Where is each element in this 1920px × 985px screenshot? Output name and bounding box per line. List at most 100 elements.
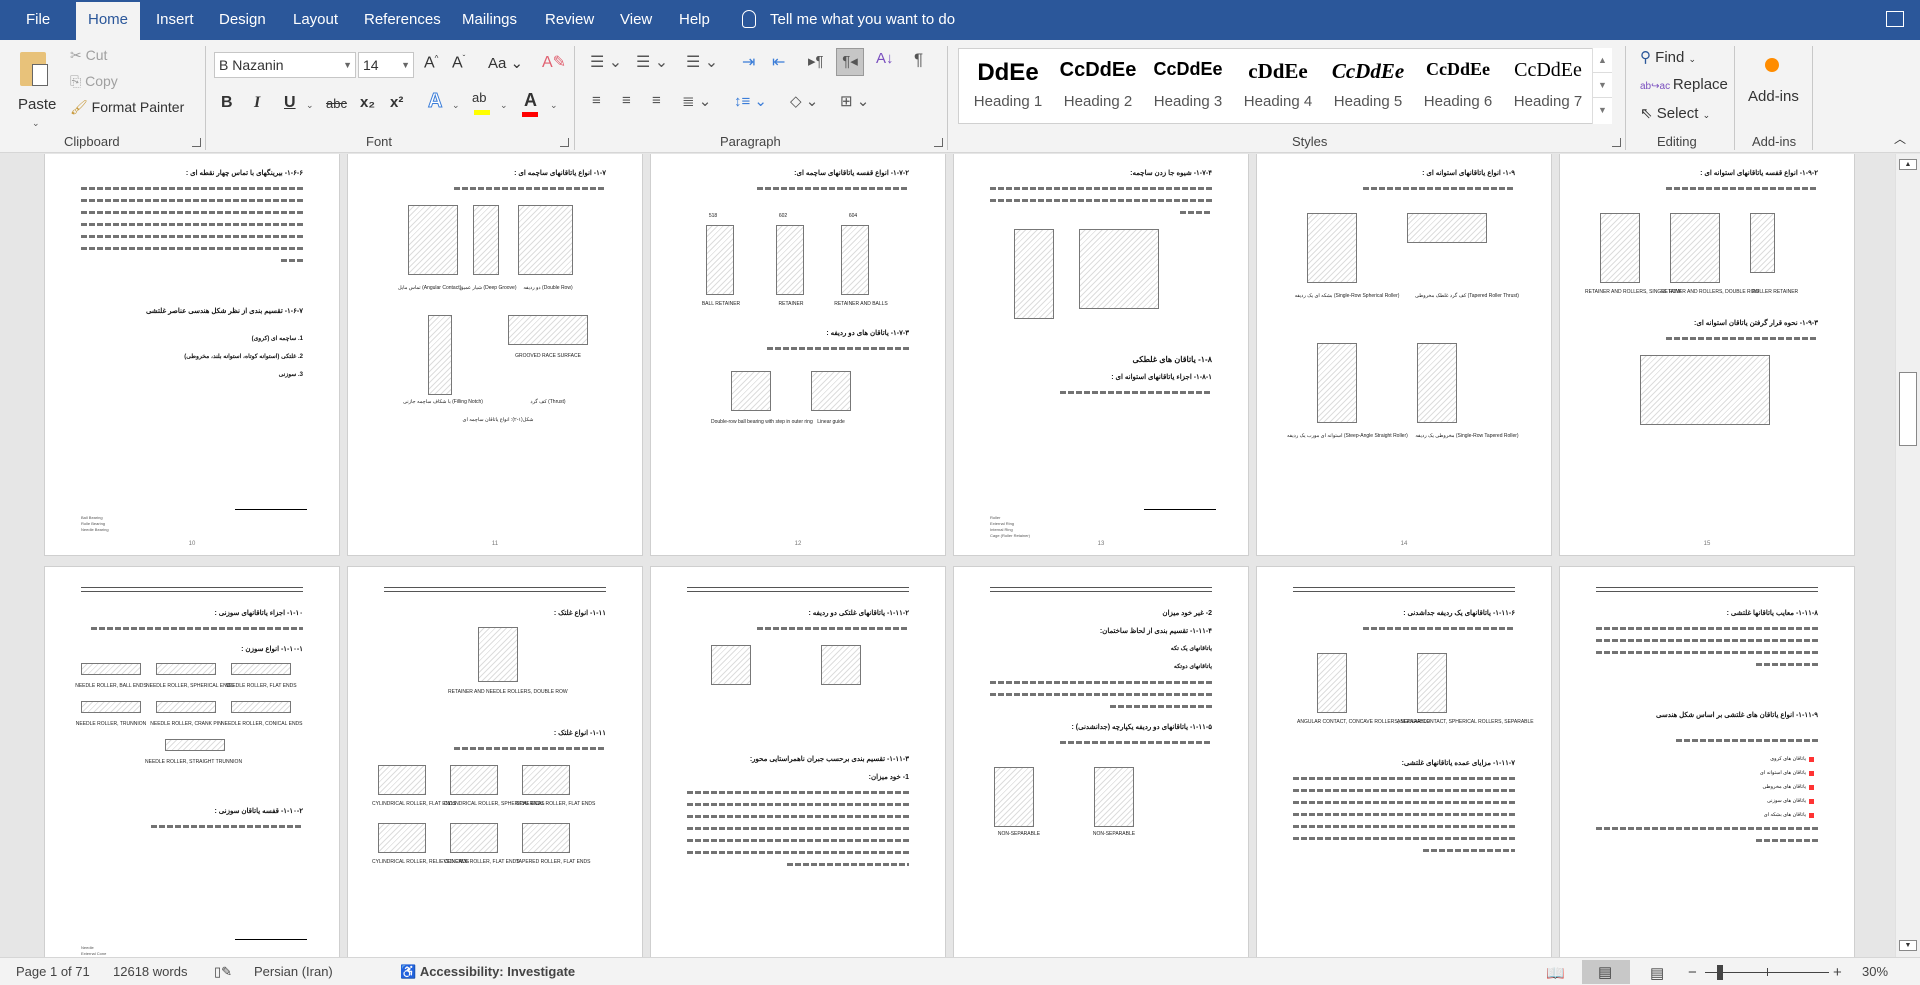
document-page[interactable]: 2- غیر خود میزان ۱-۱۱-۴- تقسیم بندی از لح… — [953, 566, 1249, 957]
show-formatting-marks-icon[interactable]: ¶ — [914, 50, 923, 70]
bold-button[interactable]: B — [221, 94, 233, 112]
document-page[interactable]: ۱-۷-۲- انواع قفسه یاتاقانهای ساچمه ای: 51… — [650, 154, 946, 556]
read-mode-icon[interactable]: 📖 — [1546, 964, 1565, 982]
document-page[interactable]: ۱-۱۰- اجزاء یاتاقانهای سوزنی : ۱-۱۰-۱- ان… — [44, 566, 340, 957]
scrollbar-thumb[interactable] — [1899, 372, 1917, 446]
addins-button[interactable]: Add-ins — [1748, 88, 1799, 105]
tab-design[interactable]: Design — [207, 0, 278, 40]
increase-indent-icon[interactable]: ⇥ — [742, 52, 755, 72]
justify-icon[interactable]: ≣ ⌄ — [682, 92, 711, 110]
clipboard-dialog-launcher[interactable] — [192, 138, 201, 147]
decrease-indent-icon[interactable]: ⇤ — [772, 52, 785, 72]
style-heading-3[interactable]: CcDdEe Heading 3 — [1143, 49, 1233, 125]
rtl-paragraph-icon[interactable]: ¶◂ — [836, 48, 864, 76]
clear-formatting-icon[interactable]: A✎ — [542, 52, 566, 72]
text-effects-icon[interactable]: A — [427, 90, 442, 113]
print-layout-button[interactable]: ▤ — [1582, 960, 1630, 984]
highlight-color-button[interactable]: ab — [472, 90, 486, 105]
scroll-up-arrow-icon[interactable]: ▲ — [1899, 159, 1917, 170]
page-count[interactable]: Page 1 of 71 — [16, 964, 90, 979]
underline-button[interactable]: U — [284, 94, 296, 112]
document-page[interactable]: ۱-۱۱-۸- معایب یاتاقانها غلتشی : ۱-۱۱-۹- ا… — [1559, 566, 1855, 957]
replace-button[interactable]: ab↪ac Replace — [1640, 76, 1728, 93]
copy-button[interactable]: ⎘ Copy — [70, 73, 118, 90]
grow-font-button[interactable]: A^ — [424, 54, 438, 72]
font-dialog-launcher[interactable] — [560, 138, 569, 147]
addins-icon[interactable] — [1765, 58, 1779, 72]
styles-scroll[interactable]: ▲ ▼ ▼ — [1592, 48, 1612, 124]
align-center-icon[interactable]: ≡ — [622, 92, 631, 109]
superscript-button[interactable]: x² — [390, 94, 403, 111]
scroll-down-arrow-icon[interactable]: ▼ — [1899, 940, 1917, 951]
scroll-up-icon[interactable]: ▲ — [1593, 48, 1612, 73]
web-layout-icon[interactable]: ▤ — [1650, 964, 1664, 982]
chevron-down-icon[interactable]: ⌄ — [452, 100, 460, 111]
cut-button[interactable]: ✂ Cut — [70, 47, 107, 64]
tell-me-search[interactable]: Tell me what you want to do — [770, 0, 955, 40]
document-page[interactable]: ۱-۹- انواع یاتاقانهای استوانه ای : بشکه ا… — [1256, 154, 1552, 556]
find-button[interactable]: ⚲ Find ⌄ — [1640, 48, 1696, 66]
document-page[interactable]: ۱-۶-۶- بیرینگهای با تماس چهار نقطه ای : ۱… — [44, 154, 340, 556]
format-painter-button[interactable]: 🖌 Format Painter — [70, 99, 184, 116]
style-heading-6[interactable]: CcDdEe Heading 6 — [1413, 49, 1503, 125]
paste-button[interactable]: Paste ⌄ — [14, 48, 58, 128]
style-heading-5[interactable]: CcDdEe Heading 5 — [1323, 49, 1413, 125]
style-heading-1[interactable]: DdEe Heading 1 — [963, 49, 1053, 125]
shrink-font-button[interactable]: Aˇ — [452, 54, 465, 72]
document-page[interactable]: ۱-۹-۲- انواع قفسه یاتاقانهای استوانه ای … — [1559, 154, 1855, 556]
style-heading-2[interactable]: CcDdEe Heading 2 — [1053, 49, 1143, 125]
collapse-ribbon-icon[interactable]: ︿ — [1894, 130, 1906, 147]
chevron-down-icon[interactable]: ⌄ — [500, 100, 508, 111]
proofing-icon[interactable]: ▯✎ — [214, 964, 232, 980]
tab-view[interactable]: View — [608, 0, 664, 40]
zoom-in-button[interactable]: + — [1833, 964, 1842, 981]
paragraph-dialog-launcher[interactable] — [934, 138, 943, 147]
numbering-icon[interactable]: ☰ ⌄ — [636, 52, 668, 72]
bullets-icon[interactable]: ☰ ⌄ — [590, 52, 622, 72]
font-color-button[interactable]: A — [524, 90, 537, 111]
align-left-icon[interactable]: ≡ — [592, 92, 601, 109]
select-button[interactable]: ⇖ Select ⌄ — [1640, 104, 1710, 122]
font-name-combo[interactable]: B Nazanin ▼ — [214, 52, 356, 78]
tab-help[interactable]: Help — [667, 0, 722, 40]
change-case-button[interactable]: Aa ⌄ — [488, 54, 523, 72]
sort-icon[interactable]: A↓ — [876, 50, 894, 67]
zoom-level[interactable]: 30% — [1862, 964, 1888, 979]
vertical-scrollbar[interactable]: ▲ ▼ — [1895, 154, 1920, 957]
language[interactable]: Persian (Iran) — [254, 964, 333, 979]
tab-home[interactable]: Home — [76, 2, 141, 40]
subscript-button[interactable]: x₂ — [360, 94, 375, 111]
document-canvas[interactable]: ۱-۶-۶- بیرینگهای با تماس چهار نقطه ای : ۱… — [0, 154, 1895, 957]
document-page[interactable]: ۱-۷-۴- شیوه جا زدن ساچمه: ۱-۸- یاتاقان ها… — [953, 154, 1249, 556]
zoom-out-button[interactable]: − — [1688, 964, 1697, 981]
style-heading-4[interactable]: cDdEe Heading 4 — [1233, 49, 1323, 125]
document-page[interactable]: ۱-۱۱- انواع غلتک : RETAINER AND NEEDLE RO… — [347, 566, 643, 957]
zoom-slider-thumb[interactable] — [1717, 965, 1723, 980]
style-heading-7[interactable]: CcDdEe Heading 7 — [1503, 49, 1593, 125]
chevron-down-icon[interactable]: ⌄ — [550, 100, 558, 111]
tab-references[interactable]: References — [352, 0, 453, 40]
scroll-down-icon[interactable]: ▼ — [1593, 73, 1612, 98]
tab-layout[interactable]: Layout — [281, 0, 350, 40]
tab-insert[interactable]: Insert — [144, 0, 206, 40]
font-size-combo[interactable]: 14 ▼ — [358, 52, 414, 78]
tab-mailings[interactable]: Mailings — [450, 0, 529, 40]
tab-review[interactable]: Review — [533, 0, 606, 40]
word-count[interactable]: 12618 words — [113, 964, 187, 979]
align-right-icon[interactable]: ≡ — [652, 92, 661, 109]
line-spacing-icon[interactable]: ↕≡ ⌄ — [734, 92, 767, 110]
document-page[interactable]: ۱-۷- انواع یاتاقانهای ساچمه ای : تماس مای… — [347, 154, 643, 556]
more-styles-icon[interactable]: ▼ — [1593, 98, 1612, 123]
tab-file[interactable]: File — [14, 0, 62, 40]
italic-button[interactable]: I — [254, 94, 260, 112]
borders-icon[interactable]: ⊞ ⌄ — [840, 92, 869, 110]
styles-dialog-launcher[interactable] — [1612, 138, 1621, 147]
multilevel-list-icon[interactable]: ☰ ⌄ — [686, 52, 718, 72]
accessibility-status[interactable]: ♿ Accessibility: Investigate — [400, 964, 575, 980]
document-page[interactable]: ۱-۱۱-۶- یاتاقانهای یک ردیفه جداشدنی : ANG… — [1256, 566, 1552, 957]
comments-icon[interactable] — [1886, 11, 1904, 27]
shading-icon[interactable]: ◇ ⌄ — [790, 92, 818, 110]
strikethrough-button[interactable]: abc — [326, 96, 347, 111]
document-page[interactable]: ۱-۱۱-۲- یاتاقانهای غلتکی دو ردیفه : ۱-۱۱-… — [650, 566, 946, 957]
chevron-down-icon[interactable]: ⌄ — [306, 100, 314, 111]
